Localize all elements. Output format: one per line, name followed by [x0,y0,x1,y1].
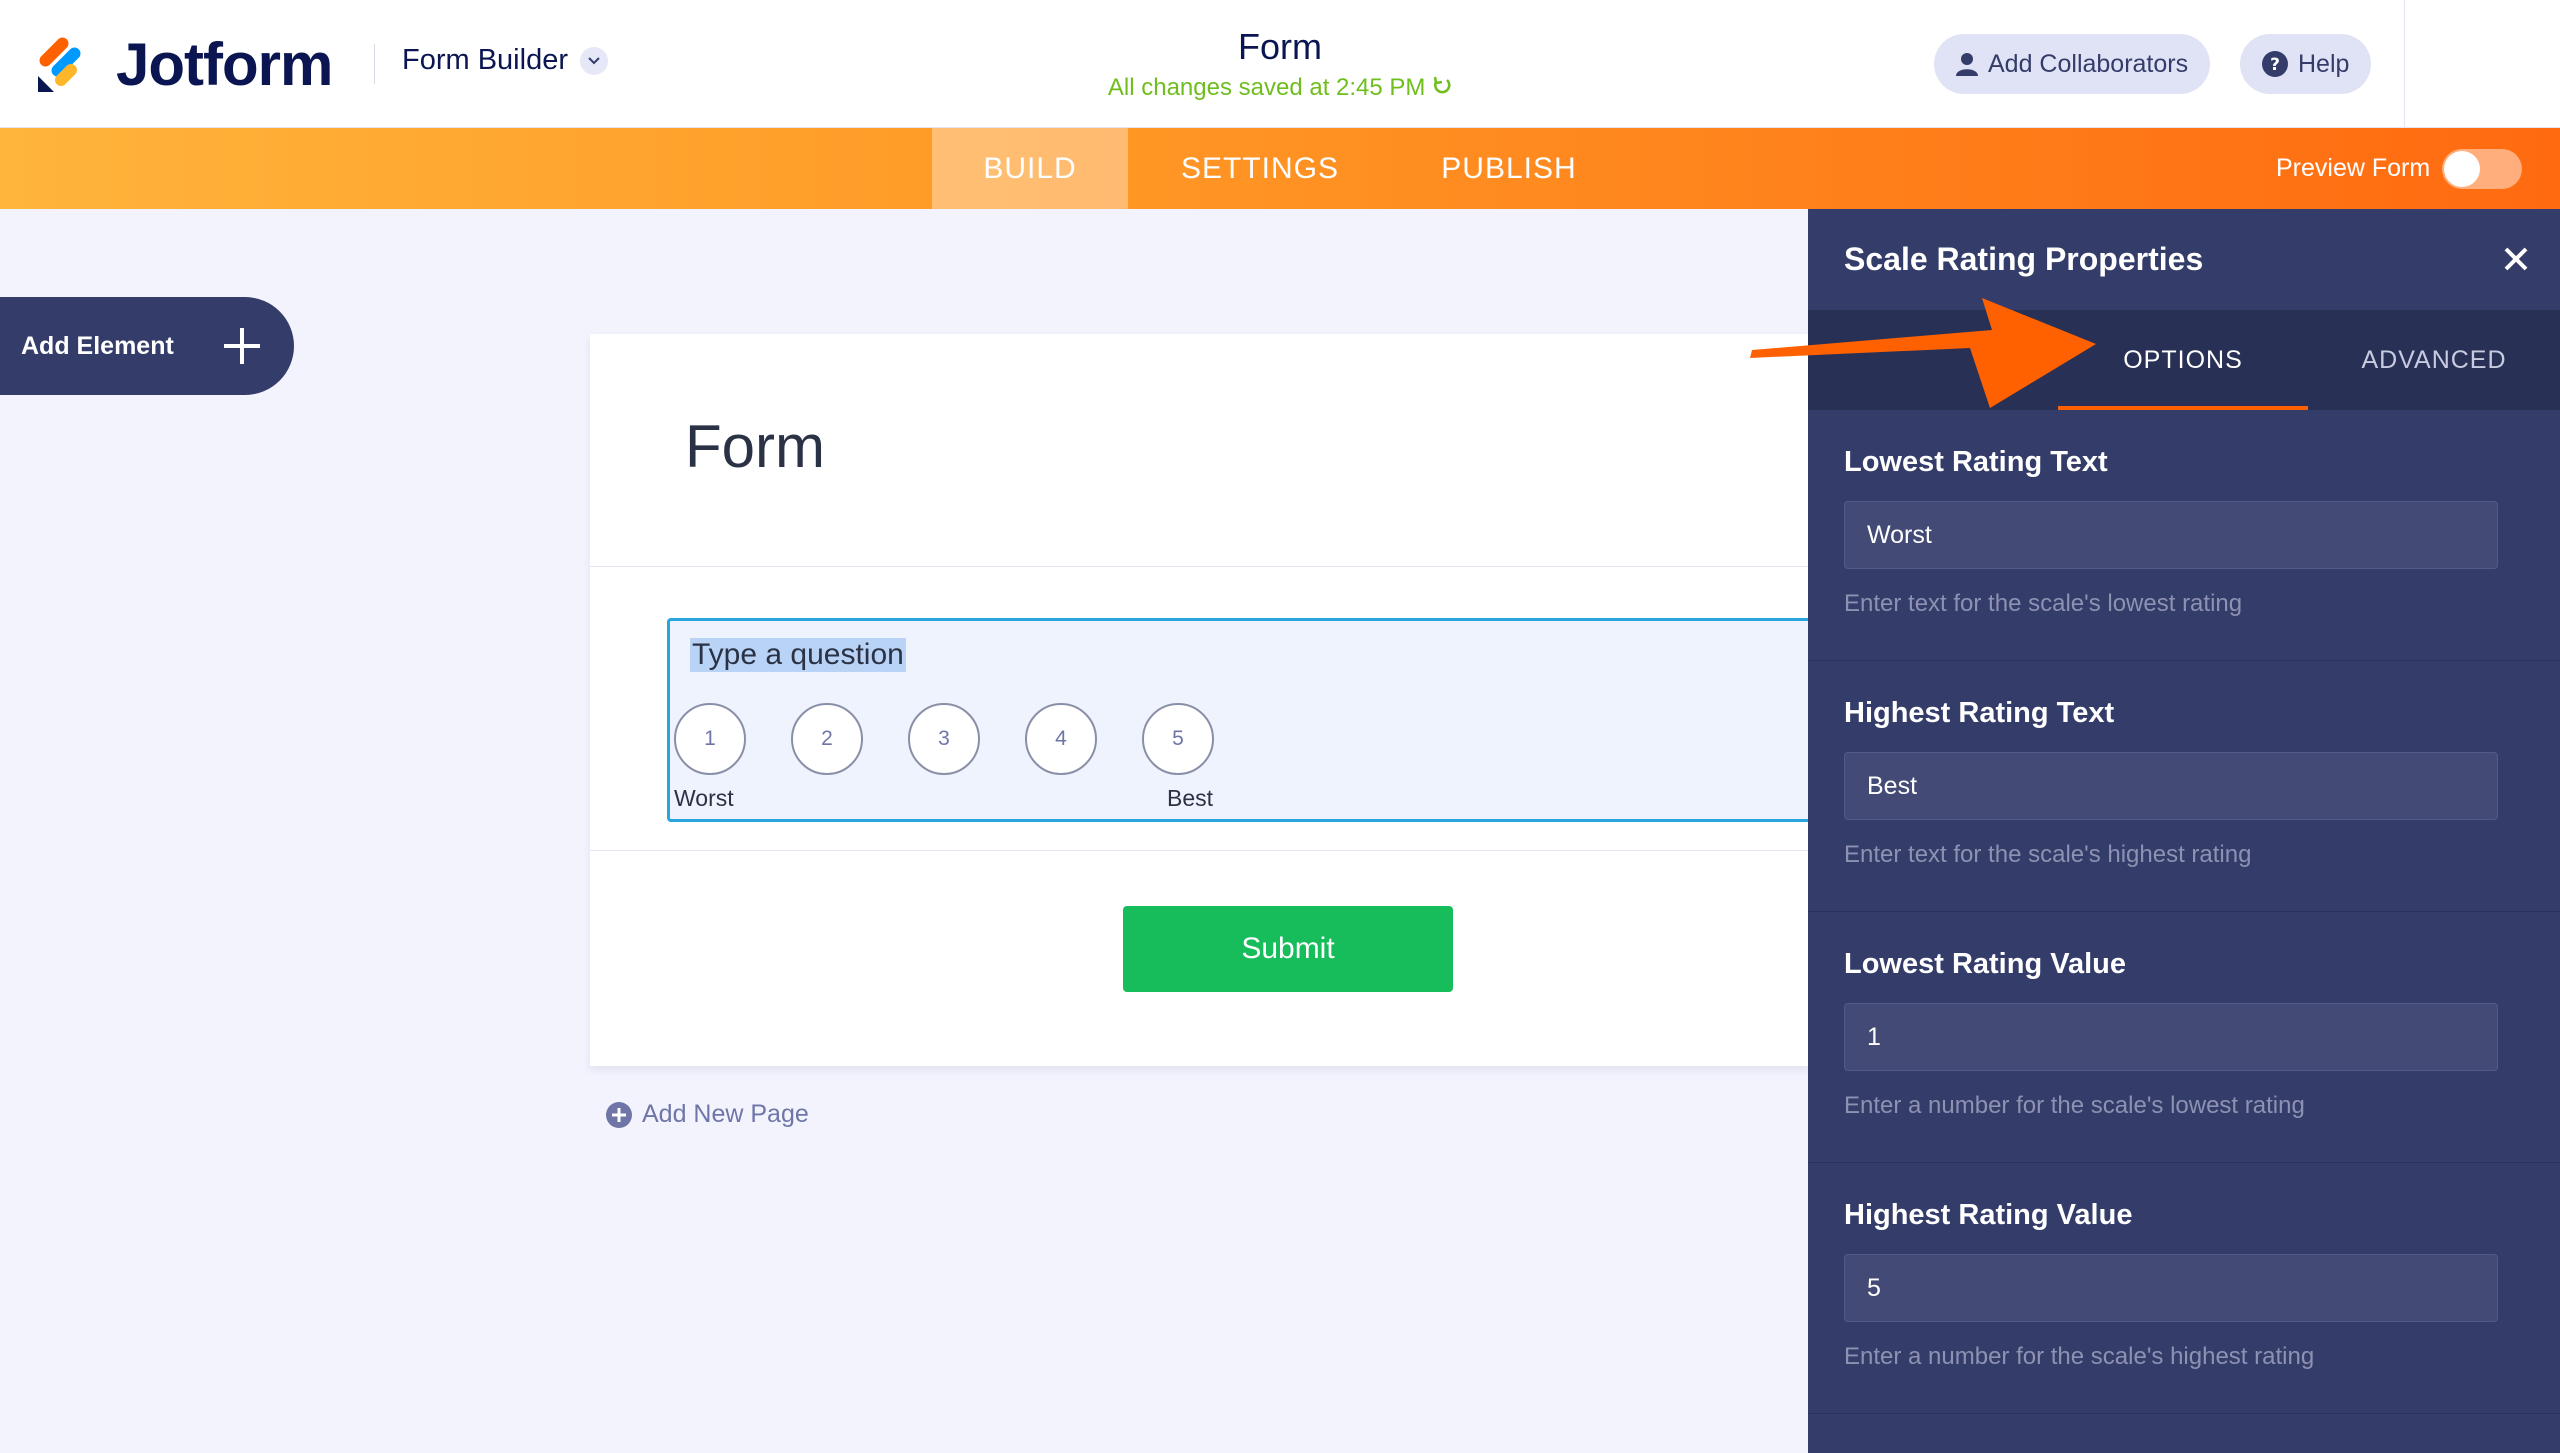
lowest-rating-value-field: Lowest Rating Value 1 Enter a number for… [1808,912,2560,1163]
form-builder-label: Form Builder [402,44,568,76]
tab-build[interactable]: BUILD [932,128,1128,209]
jotform-logo-icon [34,36,90,94]
add-collaborators-label: Add Collaborators [1988,49,2189,78]
field-label: Lowest Rating Text [1844,446,2108,478]
logo-text: Jotform [116,31,333,98]
highest-rating-text-input[interactable]: Best [1844,752,2498,820]
highest-rating-value-field: Highest Rating Value 5 Enter a number fo… [1808,1163,2560,1414]
help-label: Help [2298,49,2350,78]
field-hint: Enter text for the scale's highest ratin… [1844,841,2252,868]
highest-rating-text: Best [1167,785,1214,811]
rating-option-3[interactable]: 3 [908,703,980,775]
toggle-knob [2444,150,2481,187]
submit-button[interactable]: Submit [1123,906,1453,992]
preview-form-toggle[interactable] [2442,148,2523,189]
svg-text:?: ? [2270,55,2280,75]
plus-circle-icon [606,1101,632,1128]
scale-rating-question[interactable]: Type a question 1 2 3 4 5 Worst Best [667,618,1810,822]
form-card: Form Type a question 1 2 3 4 5 Worst Bes… [590,334,1810,1066]
field-hint: Enter a number for the scale's highest r… [1844,1343,2315,1370]
rating-option-4[interactable]: 4 [1025,703,1097,775]
close-icon[interactable] [2498,241,2534,277]
builder-nav-bar: BUILD SETTINGS PUBLISH Preview Form [0,128,2560,209]
field-hint: Enter text for the scale's lowest rating [1844,590,2243,617]
rating-option-1[interactable]: 1 [674,703,746,775]
add-element-button[interactable]: Add Element [0,297,294,395]
plus-icon [224,328,260,364]
panel-title: Scale Rating Properties [1844,241,2204,277]
preview-form-label: Preview Form [2276,154,2431,182]
save-status: All changes saved at 2:45 PM [1080,74,1480,102]
header-separator [2404,0,2405,128]
lowest-rating-text: Worst [674,785,734,811]
question-icon: ? [2262,51,2288,77]
highest-rating-text-field: Highest Rating Text Best Enter text for … [1808,661,2560,912]
chevron-down-icon [580,46,608,75]
field-label: Highest Rating Text [1844,697,2115,729]
add-new-page-button[interactable]: Add New Page [606,1100,809,1129]
add-element-label: Add Element [21,331,174,360]
refresh-icon[interactable] [1432,74,1452,101]
rating-option-2[interactable]: 2 [791,703,863,775]
jotform-logo[interactable]: Jotform [34,30,333,99]
field-hint: Enter a number for the scale's lowest ra… [1844,1092,2305,1119]
lowest-rating-text-field: Lowest Rating Text Worst Enter text for … [1808,410,2560,661]
form-title-block: Form All changes saved at 2:45 PM [1080,26,1480,102]
form-builder-dropdown[interactable]: Form Builder [402,44,608,77]
top-header: Jotform Form Builder Form All changes sa… [0,0,2560,128]
callout-arrow-icon [1750,298,2096,408]
form-heading[interactable]: Form [685,412,825,481]
user-icon [1956,53,1978,76]
tab-advanced[interactable]: ADVANCED [2308,310,2560,410]
divider [590,850,1810,851]
save-status-text: All changes saved at 2:45 PM [1107,74,1426,101]
divider [590,566,1810,567]
preview-form-control: Preview Form [2276,128,2523,209]
tab-publish[interactable]: PUBLISH [1392,128,1626,209]
rating-option-5[interactable]: 5 [1142,703,1214,775]
field-label: Highest Rating Value [1844,1199,2133,1231]
add-collaborators-button[interactable]: Add Collaborators [1934,34,2211,94]
header-divider [374,44,375,84]
add-new-page-label: Add New Page [642,1100,809,1128]
highest-rating-value-input[interactable]: 5 [1844,1254,2498,1322]
field-label: Lowest Rating Value [1844,948,2126,980]
lowest-rating-value-input[interactable]: 1 [1844,1003,2498,1071]
lowest-rating-text-input[interactable]: Worst [1844,501,2498,569]
form-title[interactable]: Form [1080,26,1480,68]
help-button[interactable]: ? Help [2240,34,2372,94]
question-label[interactable]: Type a question [690,638,906,672]
tab-settings[interactable]: SETTINGS [1128,128,1392,209]
